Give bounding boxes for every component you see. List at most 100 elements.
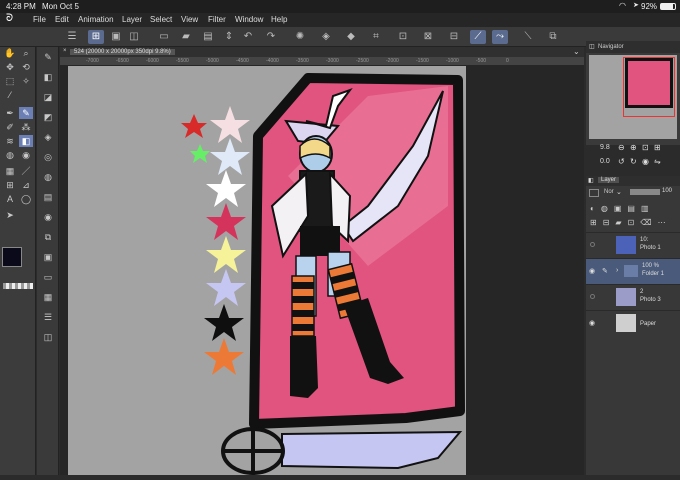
- ruler-icon[interactable]: ⟍: [520, 30, 536, 44]
- app-logo-icon[interactable]: ᘐ: [6, 13, 13, 24]
- pen-icon[interactable]: ✒: [3, 107, 17, 119]
- subtool-blend-icon[interactable]: ◎: [41, 151, 55, 163]
- rotate-icon[interactable]: ⟲: [19, 61, 33, 73]
- merge-icon[interactable]: ⊡: [628, 218, 635, 227]
- layer-property-icon[interactable]: [589, 189, 599, 197]
- subtool-note-icon[interactable]: ▣: [41, 251, 55, 263]
- hand-icon[interactable]: ✋: [3, 47, 17, 59]
- zoom-in-icon[interactable]: ⊕: [630, 143, 637, 152]
- balloon-icon[interactable]: ◯: [19, 193, 33, 205]
- open-icon[interactable]: ◫: [126, 30, 142, 44]
- share-icon[interactable]: ⧉: [545, 30, 561, 44]
- subtool-hard-eraser-icon[interactable]: ◪: [41, 91, 55, 103]
- canvas-tab[interactable]: 524 (20000 x 20000px 350dpi 9.8%): [70, 49, 175, 55]
- menu-animation[interactable]: Animation: [78, 15, 114, 24]
- navigator-preview[interactable]: [589, 55, 677, 139]
- blend-mode-select[interactable]: Nor: [604, 189, 614, 195]
- blend-icon[interactable]: ◍: [3, 149, 17, 161]
- fill-icon[interactable]: ◆: [343, 30, 359, 44]
- layer-row[interactable]: ◉ ✎ › 100 % Folder 1: [586, 258, 680, 284]
- main-color-swatch[interactable]: [2, 247, 22, 267]
- subtool-soft-icon[interactable]: ◩: [41, 111, 55, 123]
- navigator-zoom[interactable]: 9.8: [600, 144, 610, 151]
- airbrush-icon[interactable]: ⁂: [19, 121, 33, 133]
- visibility-icon[interactable]: [590, 242, 595, 247]
- menu-layer[interactable]: Layer: [122, 15, 142, 24]
- menu-filter[interactable]: Filter: [208, 15, 226, 24]
- subtool-doc-icon[interactable]: ▭: [41, 271, 55, 283]
- chevron-down-icon[interactable]: ⌄: [573, 47, 580, 56]
- fill-bucket-icon[interactable]: ◈: [318, 30, 334, 44]
- chevron-right-icon[interactable]: ›: [616, 267, 618, 274]
- ruler-tool-icon[interactable]: ⊿: [19, 179, 33, 191]
- new-vector-layer-icon[interactable]: ⊟: [603, 218, 610, 227]
- selection-icon[interactable]: ⬚: [3, 75, 17, 87]
- eraser-icon[interactable]: ◧: [19, 135, 33, 147]
- flip-icon[interactable]: ⇋: [654, 157, 661, 166]
- menu-help[interactable]: Help: [271, 15, 287, 24]
- fill-icon[interactable]: ◉: [19, 149, 33, 161]
- snap-icon[interactable]: ⤳: [492, 30, 508, 44]
- eye-icon[interactable]: ◉: [589, 319, 595, 327]
- clipping-icon[interactable]: ◐: [590, 204, 595, 213]
- close-tab-icon[interactable]: ×: [63, 48, 67, 54]
- subtool-settings-icon[interactable]: ◉: [41, 211, 55, 223]
- loading-icon[interactable]: ✺: [292, 30, 308, 44]
- rotate-left-icon[interactable]: ↺: [618, 157, 625, 166]
- subtool-copy-icon[interactable]: ⧉: [41, 231, 55, 243]
- delete-layer-icon[interactable]: ⌫: [640, 218, 651, 227]
- menu-window[interactable]: Window: [235, 15, 263, 24]
- visibility-icon[interactable]: [590, 294, 595, 299]
- new-folder-icon[interactable]: ▰: [615, 218, 621, 227]
- opacity-value[interactable]: 100: [662, 188, 672, 194]
- move-icon[interactable]: ✥: [3, 61, 17, 73]
- fit-icon[interactable]: ⊡: [642, 143, 649, 152]
- clear-selection-icon[interactable]: ⊡: [395, 30, 411, 44]
- invert-selection-icon[interactable]: ⊟: [446, 30, 462, 44]
- opacity-slider[interactable]: [630, 189, 660, 195]
- eyedropper-icon[interactable]: ⁄: [3, 89, 17, 101]
- folder-icon[interactable]: ▰: [178, 30, 194, 44]
- subtool-pen-icon[interactable]: ✎: [41, 51, 55, 63]
- menu-icon[interactable]: ☰: [64, 30, 80, 44]
- menu-edit[interactable]: Edit: [55, 15, 69, 24]
- zoom-out-icon[interactable]: ⊖: [618, 143, 625, 152]
- subtool-layer-icon[interactable]: ▤: [41, 191, 55, 203]
- subtool-brush-icon[interactable]: ◍: [41, 171, 55, 183]
- operation-icon[interactable]: ➤: [3, 209, 17, 221]
- gallery-icon[interactable]: ▣: [108, 30, 124, 44]
- menu-file[interactable]: File: [33, 15, 46, 24]
- lock-icon[interactable]: ▣: [614, 204, 622, 213]
- figure-icon[interactable]: ／: [19, 165, 33, 177]
- subtool-fill-icon[interactable]: ◈: [41, 131, 55, 143]
- pencil-icon[interactable]: ✎: [602, 267, 608, 275]
- canvas-paper[interactable]: [68, 66, 466, 475]
- rotate-right-icon[interactable]: ↻: [630, 157, 637, 166]
- redo-icon[interactable]: ↷: [263, 30, 279, 44]
- subtool-eraser-icon[interactable]: ◧: [41, 71, 55, 83]
- transform-icon[interactable]: ⌗: [368, 30, 384, 44]
- layer-tab[interactable]: Layer: [598, 177, 620, 183]
- layer-row[interactable]: 10: Photo 1: [586, 232, 680, 258]
- menu-view[interactable]: View: [181, 15, 198, 24]
- menu-select[interactable]: Select: [150, 15, 172, 24]
- undo-icon[interactable]: ↶: [240, 30, 256, 44]
- reset-rotation-icon[interactable]: ◉: [642, 157, 649, 166]
- fullscreen-icon[interactable]: ⊞: [654, 143, 661, 152]
- navigator-angle[interactable]: 0.0: [600, 158, 610, 165]
- stepper-icon[interactable]: ⇕: [221, 30, 237, 44]
- pencil-icon[interactable]: ✎: [19, 107, 33, 119]
- mask-icon[interactable]: ▥: [641, 204, 649, 213]
- brush-icon[interactable]: ✐: [3, 121, 17, 133]
- eye-icon[interactable]: ◉: [589, 267, 595, 275]
- frame-icon[interactable]: ⊞: [3, 179, 17, 191]
- new-file-icon[interactable]: ▭: [156, 30, 172, 44]
- layer-menu-icon[interactable]: ⋯: [658, 218, 666, 227]
- save-icon[interactable]: ▤: [200, 30, 216, 44]
- chevron-down-icon[interactable]: ⌄: [616, 188, 622, 196]
- lock-alpha-icon[interactable]: ▤: [627, 204, 635, 213]
- subtool-frame-icon[interactable]: ◫: [41, 331, 55, 343]
- subtool-image-icon[interactable]: ▦: [41, 291, 55, 303]
- zoom-icon[interactable]: ⌕: [19, 47, 33, 59]
- new-raster-layer-icon[interactable]: ⊞: [590, 218, 597, 227]
